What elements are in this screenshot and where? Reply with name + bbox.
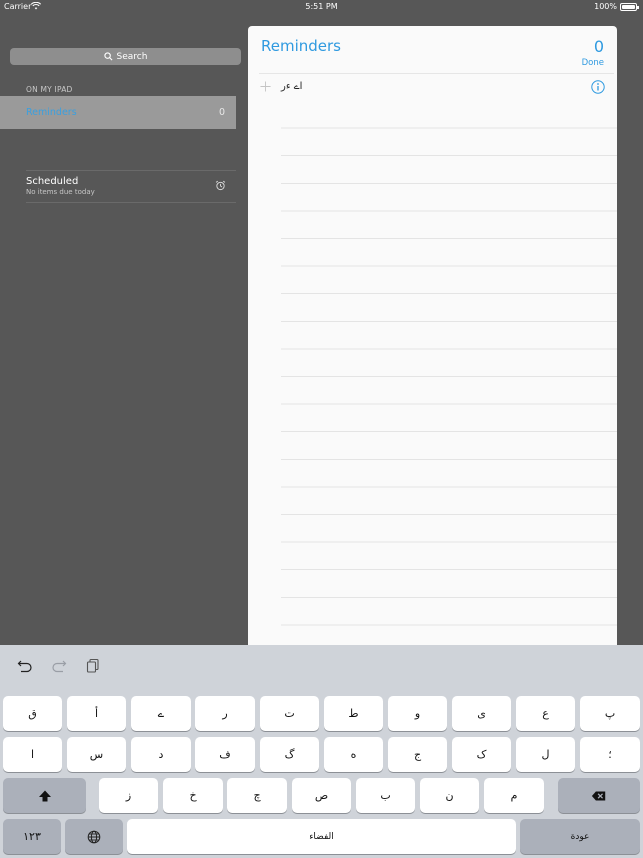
panel-title: Reminders bbox=[261, 37, 341, 55]
key[interactable]: خ bbox=[163, 778, 223, 813]
key[interactable]: و bbox=[388, 696, 447, 731]
reminders-panel: Reminders 0 Done اے ءر bbox=[248, 26, 617, 646]
key[interactable]: م bbox=[484, 778, 544, 813]
key[interactable]: چ bbox=[227, 778, 287, 813]
plus-icon[interactable] bbox=[260, 81, 271, 92]
key[interactable]: ی bbox=[452, 696, 511, 731]
key[interactable]: ک bbox=[452, 737, 511, 772]
key[interactable]: ؛ bbox=[580, 737, 640, 772]
key[interactable]: ه bbox=[324, 737, 383, 772]
key[interactable]: ع bbox=[516, 696, 575, 731]
status-bar: Carrier 5:51 PM 100% bbox=[0, 0, 643, 14]
search-label: Search bbox=[116, 51, 148, 62]
key[interactable]: ن bbox=[420, 778, 479, 813]
keyboard: ق أ ے ر ت ط و ی ع پ ا س د ف گ ه ج ک ل ؛ … bbox=[0, 645, 643, 858]
shift-icon bbox=[38, 790, 51, 801]
paste-icon[interactable] bbox=[85, 657, 101, 673]
sidebar-item-count: 0 bbox=[218, 107, 225, 118]
key[interactable]: گ bbox=[260, 737, 319, 772]
key[interactable]: ج bbox=[388, 737, 447, 772]
shortcut-bar bbox=[0, 645, 643, 691]
reminder-title-input[interactable]: اے ءر bbox=[281, 81, 302, 92]
key[interactable]: ط bbox=[324, 696, 383, 731]
return-key[interactable]: عودة bbox=[520, 819, 640, 854]
key[interactable]: د bbox=[131, 737, 191, 772]
key[interactable]: س bbox=[67, 737, 126, 772]
clock: 5:51 PM bbox=[305, 2, 338, 11]
alarm-clock-icon bbox=[215, 180, 226, 191]
space-bar[interactable]: الفضاء bbox=[127, 819, 516, 854]
done-button[interactable]: Done bbox=[582, 58, 604, 68]
undo-icon[interactable] bbox=[17, 657, 33, 673]
key[interactable]: ب bbox=[356, 778, 415, 813]
key[interactable]: ز bbox=[99, 778, 158, 813]
key[interactable]: ے bbox=[131, 696, 191, 731]
reminder-count: 0 bbox=[593, 37, 604, 56]
shift-key[interactable] bbox=[3, 778, 86, 813]
key[interactable]: ص bbox=[292, 778, 351, 813]
reminder-lines bbox=[281, 101, 617, 646]
search-icon bbox=[103, 52, 113, 61]
scheduled-subtitle: No items due today bbox=[26, 188, 95, 196]
search-bar[interactable]: Search bbox=[10, 48, 241, 65]
sidebar-item-label: Reminders bbox=[26, 107, 77, 118]
backspace-icon bbox=[591, 791, 606, 800]
scheduled-title: Scheduled bbox=[26, 176, 79, 187]
key[interactable]: أ bbox=[67, 696, 126, 731]
key[interactable]: ف bbox=[195, 737, 255, 772]
globe-key[interactable] bbox=[65, 819, 123, 854]
sidebar-item-scheduled[interactable]: Scheduled No items due today bbox=[26, 176, 236, 202]
divider bbox=[26, 202, 236, 203]
battery-percentage: 100% bbox=[594, 2, 617, 11]
key[interactable]: ر bbox=[195, 696, 255, 731]
redo-icon[interactable] bbox=[51, 657, 67, 673]
divider bbox=[26, 170, 236, 171]
numbers-key[interactable]: ١٢٣ bbox=[3, 819, 61, 854]
sidebar-item-reminders[interactable]: Reminders 0 bbox=[0, 96, 236, 129]
key[interactable]: ل bbox=[516, 737, 575, 772]
info-icon[interactable] bbox=[591, 80, 605, 94]
section-header-on-my-ipad: ON MY IPAD bbox=[26, 85, 73, 94]
key[interactable]: ق bbox=[3, 696, 62, 731]
divider bbox=[259, 73, 614, 74]
key[interactable]: پ bbox=[580, 696, 640, 731]
globe-icon bbox=[87, 830, 101, 843]
key[interactable]: ت bbox=[260, 696, 319, 731]
delete-key[interactable] bbox=[558, 778, 640, 813]
battery-icon bbox=[620, 3, 639, 11]
key[interactable]: ا bbox=[3, 737, 62, 772]
